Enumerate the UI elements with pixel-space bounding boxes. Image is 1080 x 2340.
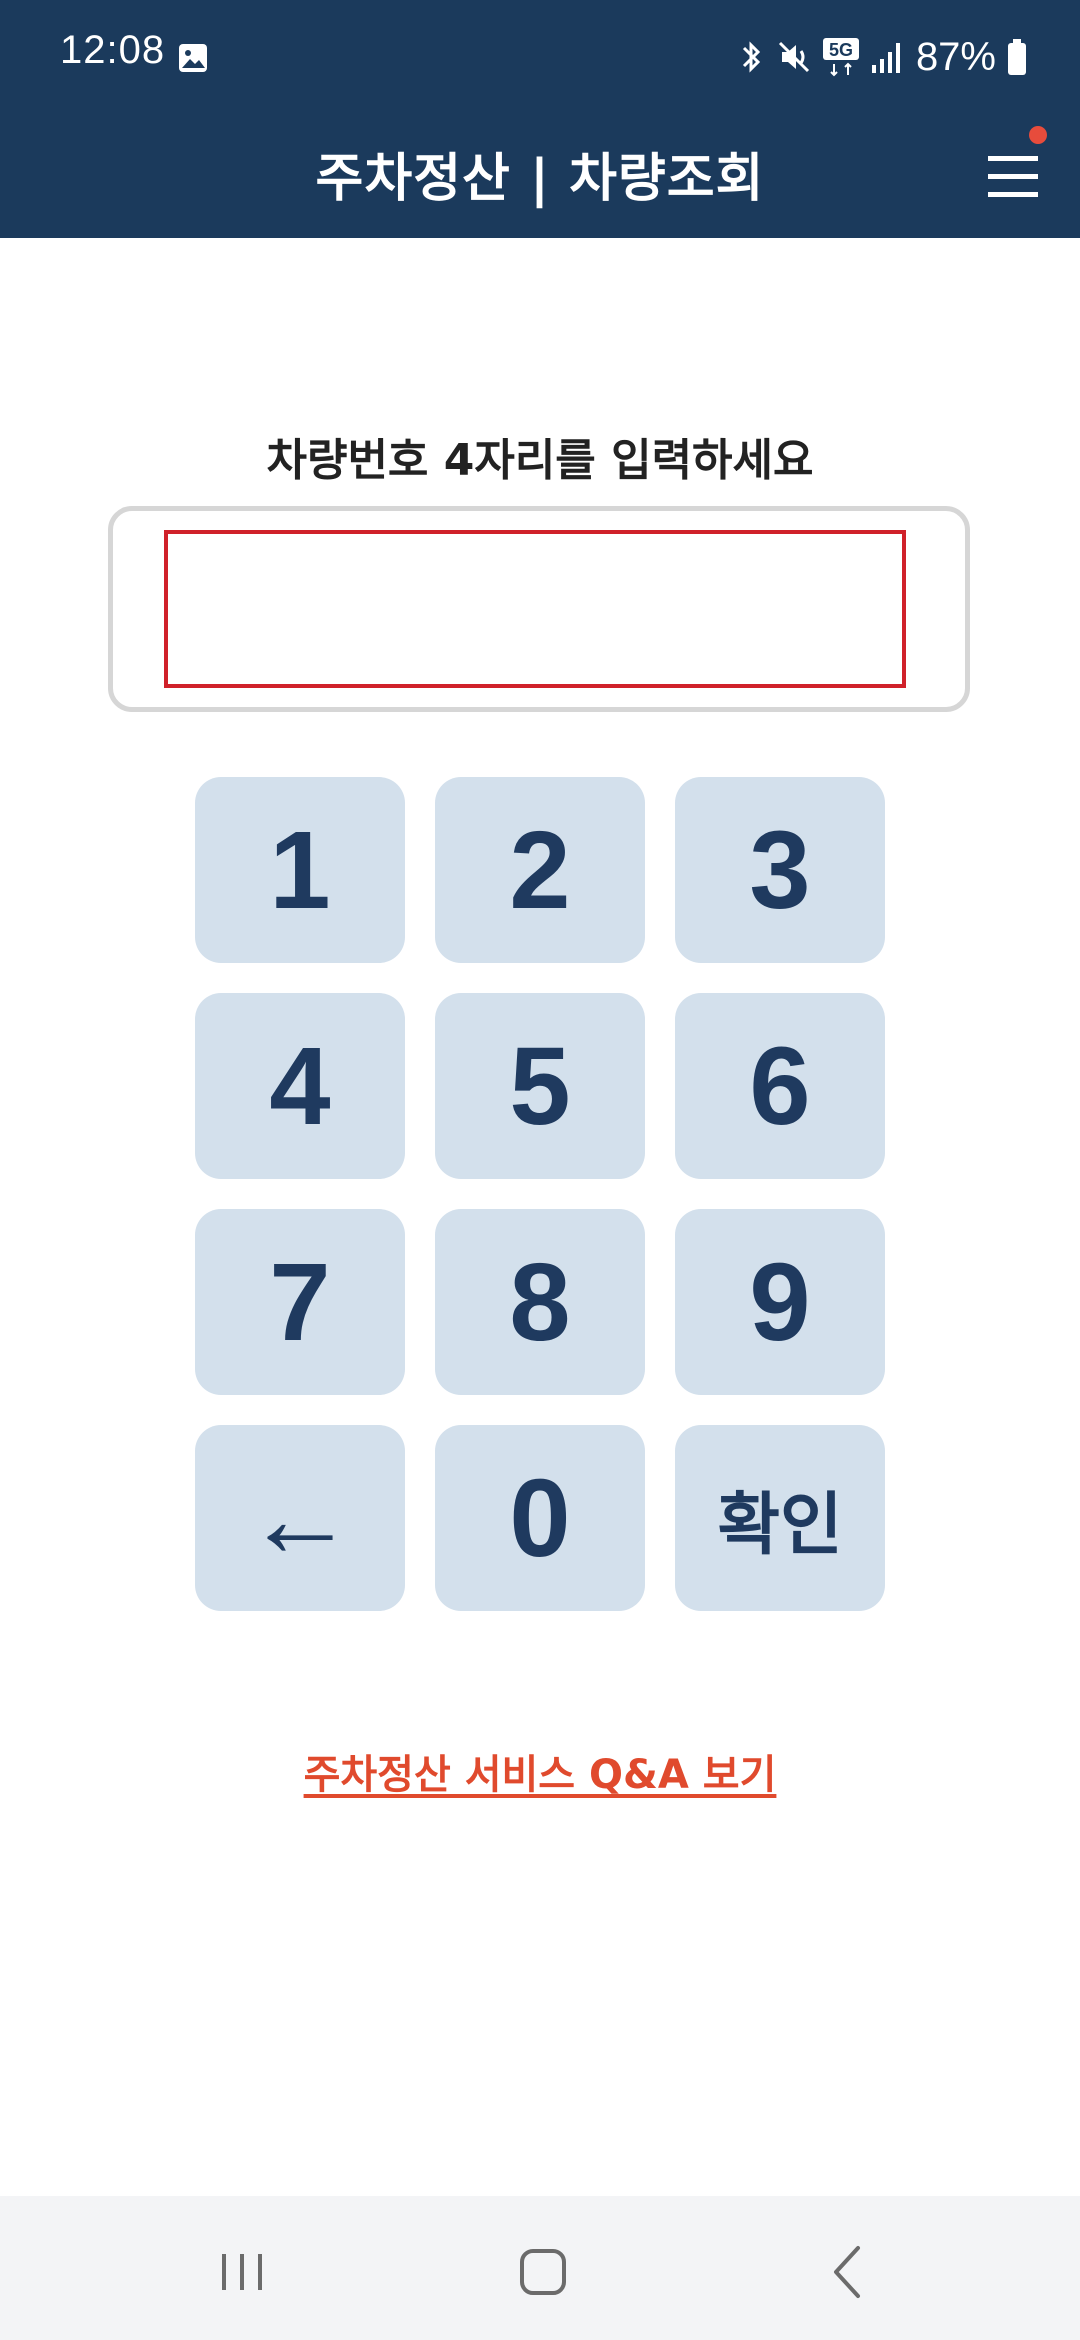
key-5[interactable]: 5: [435, 993, 645, 1179]
input-prompt: 차량번호 4자리를 입력하세요: [266, 435, 814, 486]
recent-apps-icon[interactable]: [202, 2232, 282, 2312]
backspace-key[interactable]: ←: [195, 1425, 405, 1611]
confirm-key[interactable]: 확인: [675, 1425, 885, 1611]
home-icon[interactable]: [503, 2232, 583, 2312]
gallery-icon: [179, 44, 207, 72]
mute-icon: [778, 41, 809, 73]
svg-text:5G: 5G: [829, 40, 853, 60]
5g-icon: 5G: [822, 38, 859, 77]
key-3[interactable]: 3: [675, 777, 885, 963]
key-2[interactable]: 2: [435, 777, 645, 963]
status-time: 12:08: [60, 28, 166, 72]
bluetooth-icon: [742, 41, 761, 73]
qa-link[interactable]: 주차정산 서비스 Q&A 보기: [0, 1742, 1080, 1800]
system-nav-bar: [0, 2196, 1080, 2340]
status-bar: 12:08 5G 87%: [0, 0, 1080, 118]
hamburger-menu-icon[interactable]: [980, 136, 1044, 208]
car-number-input[interactable]: [164, 530, 906, 688]
page-title: 주차정산 | 차량조회: [315, 149, 765, 209]
app-header: 주차정산 | 차량조회: [0, 118, 1080, 238]
key-1[interactable]: 1: [195, 777, 405, 963]
back-icon[interactable]: [808, 2232, 888, 2312]
signal-icon: [871, 43, 900, 73]
battery-percent: 87%: [915, 34, 996, 79]
notification-dot: [1029, 126, 1047, 144]
battery-icon: [1008, 39, 1026, 75]
status-icons: 5G 87%: [736, 30, 1028, 84]
key-0[interactable]: 0: [435, 1425, 645, 1611]
key-7[interactable]: 7: [195, 1209, 405, 1395]
key-8[interactable]: 8: [435, 1209, 645, 1395]
key-6[interactable]: 6: [675, 993, 885, 1179]
key-4[interactable]: 4: [195, 993, 405, 1179]
key-9[interactable]: 9: [675, 1209, 885, 1395]
